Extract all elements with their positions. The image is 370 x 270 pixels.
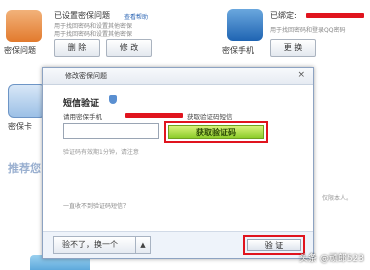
card-label: 密保卡 — [8, 122, 32, 131]
dialog-footer: 验不了，换一个 ▲ 验 证 — [43, 231, 313, 258]
verify-button[interactable]: 验 证 — [247, 239, 301, 251]
phone-label: 密保手机 — [222, 46, 254, 55]
shield-icon — [109, 95, 117, 104]
desc-prefix: 请用密保手机 — [63, 113, 102, 121]
view-help-link[interactable]: 查看帮助 — [124, 12, 148, 21]
redacted-phone — [306, 13, 364, 18]
switch-method-label: 验不了，换一个 — [62, 240, 118, 249]
verify-dialog: 修改密保问题 × 短信验证 请用密保手机 获取验证码短信 获取验证码 验证码有效… — [42, 67, 314, 259]
right-note: 仅限本人。 — [322, 195, 353, 202]
question-label: 密保问题 — [4, 46, 36, 55]
question-desc-2: 用于找回密码和设置其他密保 — [54, 31, 133, 38]
get-code-button[interactable]: 获取验证码 — [168, 125, 264, 139]
modify-button[interactable]: 修 改 — [106, 39, 152, 57]
question-icon — [6, 10, 42, 42]
delete-button[interactable]: 删 除 — [54, 39, 100, 57]
code-input[interactable] — [63, 123, 159, 139]
watermark: 头条 @顽郎523 — [298, 254, 364, 264]
desc-suffix: 获取验证码短信 — [187, 113, 233, 121]
phone-status: 已绑定: — [270, 11, 297, 20]
dialog-title: 修改密保问题 — [65, 72, 107, 80]
phone-desc: 用于找回密码和登录QQ密码 — [270, 27, 346, 34]
verify-highlight: 验 证 — [243, 235, 305, 255]
no-sms-link[interactable]: 一直收不到验证码短信？ — [63, 201, 129, 210]
card-icon — [8, 84, 46, 118]
question-status: 已设置密保问题 — [54, 11, 110, 20]
sms-verify-title: 短信验证 — [63, 99, 100, 109]
switch-method-button[interactable]: 验不了，换一个 ▲ — [53, 236, 151, 254]
recommend-title: 推荐您 — [8, 162, 41, 175]
validity-hint: 验证码有效期1分钟，请注意 — [63, 149, 139, 156]
dialog-title-bar: 修改密保问题 × — [43, 68, 313, 85]
redacted-number — [125, 113, 183, 118]
close-icon[interactable]: × — [297, 70, 305, 80]
get-code-highlight: 获取验证码 — [164, 121, 268, 143]
change-phone-button[interactable]: 更 换 — [270, 39, 316, 57]
chevron-up-icon[interactable]: ▲ — [135, 237, 150, 253]
phone-icon — [227, 9, 263, 41]
